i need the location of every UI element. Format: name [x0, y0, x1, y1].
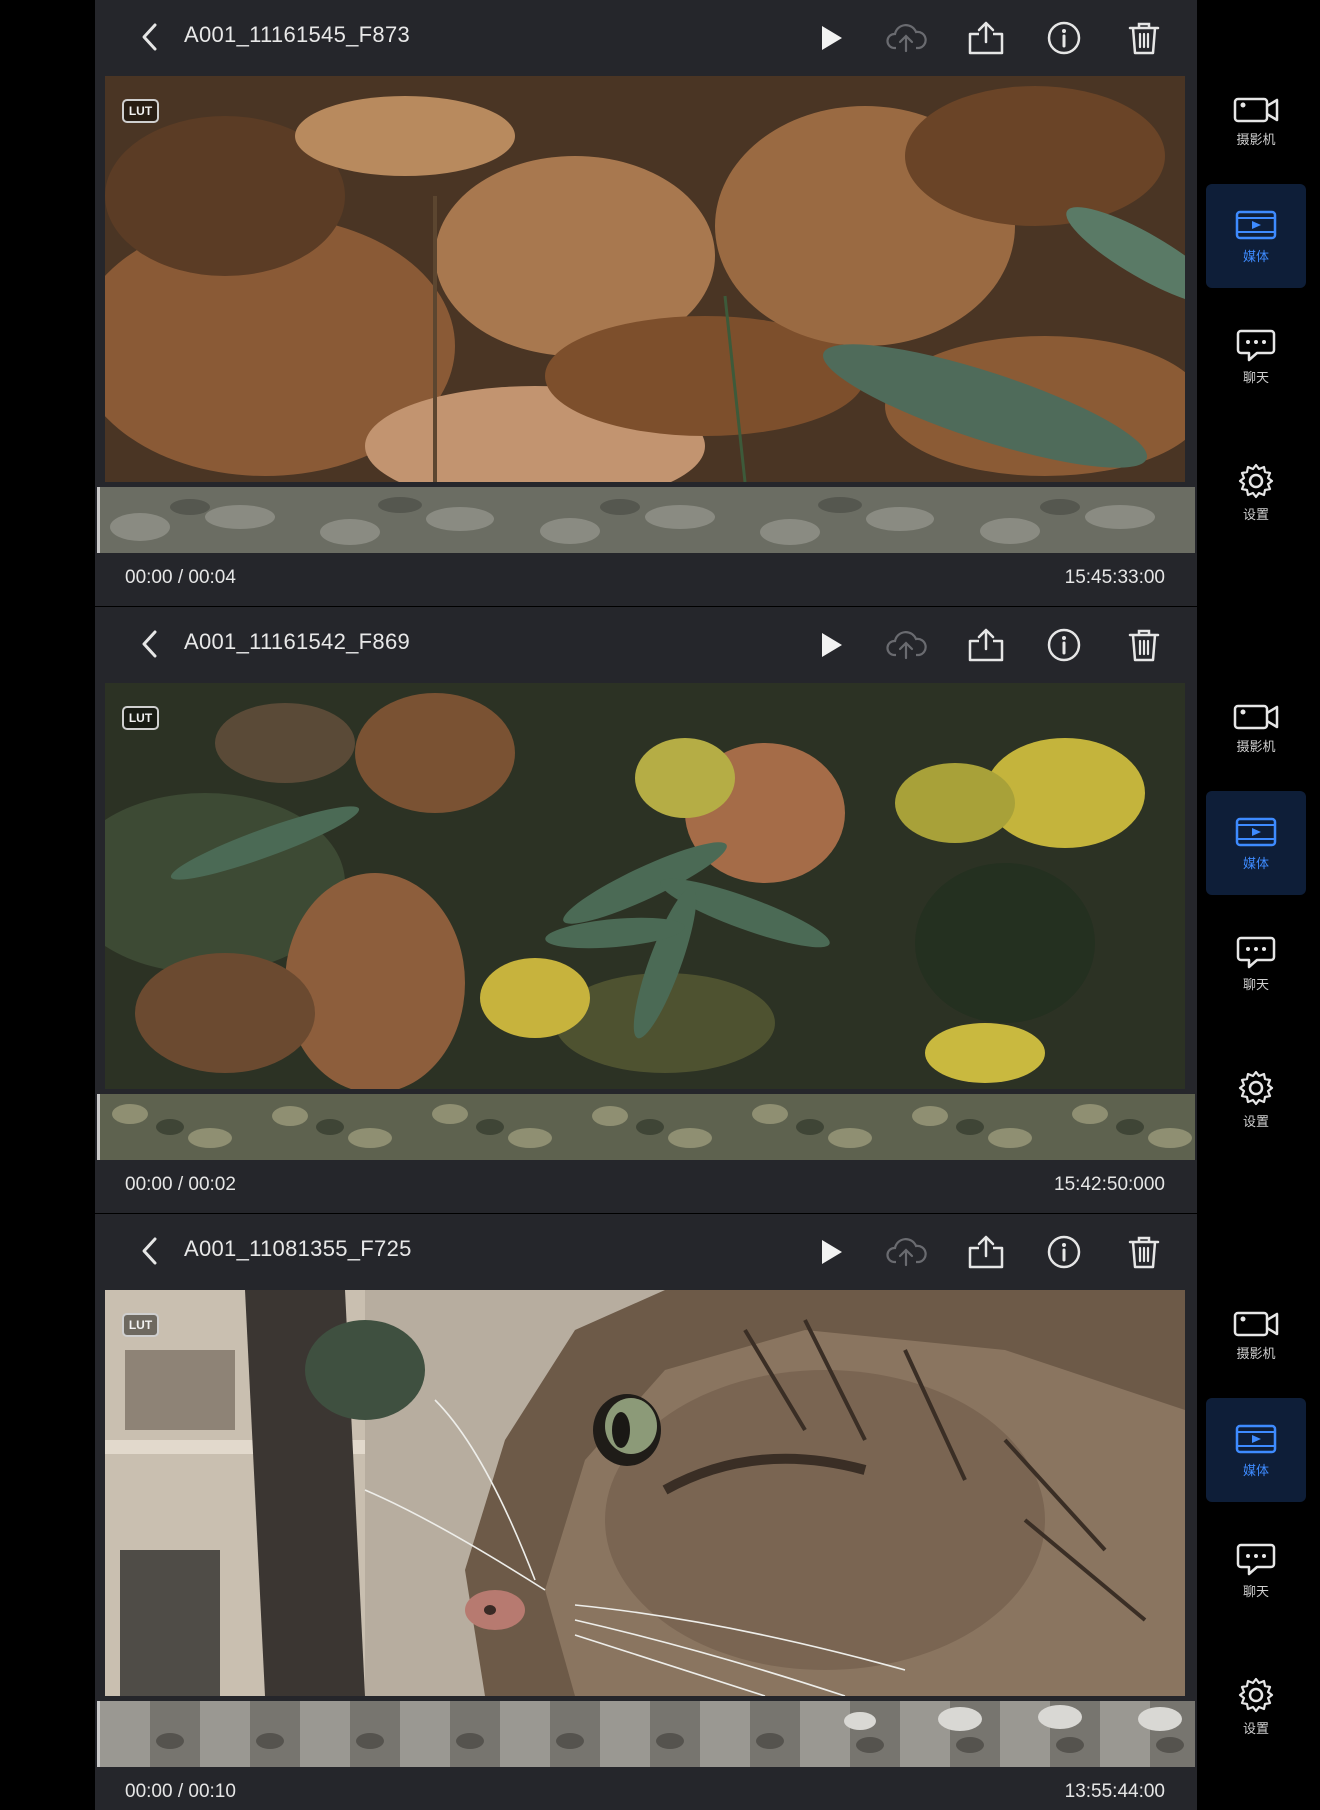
cloud-upload-icon	[886, 24, 927, 53]
sidebar-item-media[interactable]: 媒体	[1206, 184, 1306, 288]
share-button[interactable]	[964, 1230, 1008, 1274]
clip-toolbar: A001_11081355_F725	[95, 1214, 1197, 1290]
share-icon	[968, 21, 1004, 55]
filmstrip-thumbnails	[100, 1701, 1195, 1767]
info-button[interactable]	[1042, 1230, 1086, 1274]
clip-title: A001_11161545_F873	[184, 22, 411, 47]
share-icon	[968, 1235, 1004, 1269]
info-button[interactable]	[1042, 623, 1086, 667]
sidebar-item-media[interactable]: 媒体	[1206, 791, 1306, 895]
camera-icon	[1233, 1311, 1279, 1336]
share-button[interactable]	[964, 16, 1008, 60]
cloud-upload-button[interactable]	[885, 16, 929, 60]
play-button[interactable]	[809, 16, 853, 60]
video-frame	[105, 1290, 1185, 1696]
trash-icon	[1128, 22, 1160, 55]
camera-icon	[1233, 704, 1279, 729]
chevron-left-icon	[142, 23, 157, 51]
clip-title: A001_11161542_F869	[184, 629, 411, 654]
sidebar-nav-2: 摄影机 媒体 聊天 设置	[1200, 607, 1320, 1213]
sidebar-item-camera[interactable]: 摄影机	[1206, 68, 1306, 172]
gear-icon	[1238, 463, 1274, 498]
sidebar-item-settings[interactable]: 设置	[1206, 440, 1306, 544]
cloud-upload-icon	[886, 1238, 927, 1267]
chat-icon	[1236, 329, 1276, 361]
chat-icon	[1236, 1543, 1276, 1575]
clip-title: A001_11081355_F725	[184, 1236, 412, 1261]
sidebar-item-camera[interactable]: 摄影机	[1206, 1282, 1306, 1386]
video-preview[interactable]: LUT	[105, 76, 1185, 482]
delete-button[interactable]	[1122, 623, 1166, 667]
clip-panel-3: A001_11081355_F725 LUT 00:00 / 00:10 13:…	[95, 1214, 1197, 1810]
lut-badge: LUT	[122, 1313, 159, 1337]
cloud-upload-button[interactable]	[885, 1230, 929, 1274]
video-preview[interactable]: LUT	[105, 1290, 1185, 1696]
sidebar-item-chat[interactable]: 聊天	[1206, 304, 1306, 408]
cloud-upload-icon	[886, 631, 927, 660]
delete-button[interactable]	[1122, 1230, 1166, 1274]
clip-panel-2: A001_11161542_F869 LUT 00:00 / 00:02 15:…	[95, 607, 1197, 1213]
play-icon	[822, 633, 842, 657]
sidebar-item-chat[interactable]: 聊天	[1206, 911, 1306, 1015]
share-icon	[968, 628, 1004, 662]
timecode: 15:45:33:00	[1064, 567, 1165, 588]
clip-panel-1: A001_11161545_F873 LUT 00:00 / 00:04 15:…	[95, 0, 1197, 606]
filmstrip-thumbnails	[100, 487, 1195, 553]
timeline-filmstrip[interactable]	[97, 1094, 1195, 1160]
sidebar-nav-1: 摄影机 媒体 聊天 设置	[1200, 0, 1320, 606]
media-icon	[1235, 817, 1277, 846]
gear-icon	[1238, 1677, 1274, 1712]
info-icon	[1047, 628, 1081, 662]
lut-badge: LUT	[122, 99, 159, 123]
play-button[interactable]	[809, 1230, 853, 1274]
timecode: 13:55:44:00	[1064, 1781, 1165, 1802]
sidebar-item-settings[interactable]: 设置	[1206, 1047, 1306, 1151]
lut-badge: LUT	[122, 706, 159, 730]
playback-position: 00:00 / 00:02	[125, 1174, 236, 1195]
info-icon	[1047, 1235, 1081, 1269]
video-preview[interactable]: LUT	[105, 683, 1185, 1089]
cloud-upload-button[interactable]	[885, 623, 929, 667]
filmstrip-thumbnails	[100, 1094, 1195, 1160]
delete-button[interactable]	[1122, 16, 1166, 60]
playback-position: 00:00 / 00:04	[125, 567, 236, 588]
trash-icon	[1128, 629, 1160, 662]
back-button[interactable]	[135, 20, 165, 54]
sidebar-item-settings[interactable]: 设置	[1206, 1654, 1306, 1758]
info-button[interactable]	[1042, 16, 1086, 60]
trash-icon	[1128, 1236, 1160, 1269]
sidebar-nav-3: 摄影机 媒体 聊天 设置	[1200, 1214, 1320, 1810]
media-icon	[1235, 1424, 1277, 1453]
media-icon	[1235, 210, 1277, 239]
sidebar-item-media[interactable]: 媒体	[1206, 1398, 1306, 1502]
info-icon	[1047, 21, 1081, 55]
timeline-filmstrip[interactable]	[97, 487, 1195, 553]
chat-icon	[1236, 936, 1276, 968]
play-button[interactable]	[809, 623, 853, 667]
video-frame	[105, 683, 1185, 1089]
timecode: 15:42:50:000	[1054, 1174, 1165, 1195]
gear-icon	[1238, 1070, 1274, 1105]
clip-toolbar: A001_11161542_F869	[95, 607, 1197, 683]
chevron-left-icon	[142, 630, 157, 658]
back-button[interactable]	[135, 1234, 165, 1268]
share-button[interactable]	[964, 623, 1008, 667]
timeline-filmstrip[interactable]	[97, 1701, 1195, 1767]
playback-position: 00:00 / 00:10	[125, 1781, 236, 1802]
clip-toolbar: A001_11161545_F873	[95, 0, 1197, 76]
sidebar-item-chat[interactable]: 聊天	[1206, 1518, 1306, 1622]
play-icon	[822, 1240, 842, 1264]
back-button[interactable]	[135, 627, 165, 661]
camera-icon	[1233, 97, 1279, 122]
sidebar-item-camera[interactable]: 摄影机	[1206, 675, 1306, 779]
chevron-left-icon	[142, 1237, 157, 1265]
video-frame	[105, 76, 1185, 482]
play-icon	[822, 26, 842, 50]
